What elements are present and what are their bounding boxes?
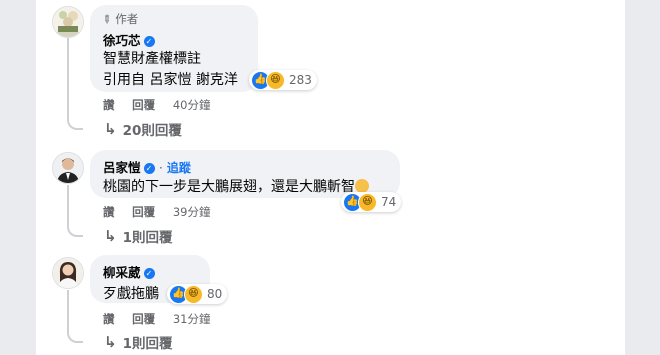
follow-button[interactable]: 追蹤: [167, 161, 191, 175]
reactions-summary[interactable]: 👍 😆 283: [249, 70, 317, 90]
commenter-name[interactable]: 徐巧芯 ✓: [103, 30, 155, 49]
comment-line: 桃園的下一步是大鵬展翅，還是大鵬斬智: [103, 176, 369, 196]
comment-actions: 讚 回覆 40分鐘: [103, 97, 224, 113]
reaction-count: 283: [289, 73, 312, 87]
thread-line: [67, 38, 69, 118]
commenter-name-label[interactable]: 徐巧芯: [103, 33, 141, 48]
thread-line: [67, 185, 69, 225]
reactions-summary[interactable]: 👍 😆 74: [341, 192, 402, 212]
replies-label[interactable]: 1則回覆: [123, 332, 173, 352]
verified-badge-icon: ✓: [143, 163, 155, 174]
comment-actions: 讚 回覆 31分鐘: [103, 311, 224, 327]
commenter-name-label[interactable]: 柳采葳: [103, 265, 141, 280]
haha-reaction-icon: 😆: [358, 192, 377, 212]
thinking-face-emoji: [355, 179, 369, 193]
reply-arrow-icon: ↳: [104, 120, 117, 138]
timestamp[interactable]: 39分鐘: [173, 205, 211, 219]
author-tag-label: 作者: [115, 12, 139, 26]
reaction-count: 74: [381, 195, 397, 209]
view-replies-button[interactable]: ↳ 1則回覆: [104, 332, 172, 352]
comment-line: 智慧財產權標註: [103, 51, 201, 67]
reaction-count: 80: [207, 287, 223, 301]
comment-line: 歹戲拖鵬: [103, 286, 159, 302]
replies-label[interactable]: 1則回覆: [123, 226, 173, 246]
verified-badge-icon: ✓: [143, 268, 155, 279]
haha-reaction-icon: 😆: [184, 284, 203, 304]
haha-reaction-icon: 😆: [266, 70, 285, 90]
thread-elbow: [67, 114, 83, 130]
commenter-name-label[interactable]: 呂家愷: [103, 160, 141, 175]
like-button[interactable]: 讚: [103, 98, 115, 112]
pencil-icon: ✎: [98, 11, 115, 28]
avatar[interactable]: [52, 6, 84, 38]
reply-button[interactable]: 回覆: [132, 98, 155, 112]
timestamp[interactable]: 31分鐘: [173, 312, 211, 326]
reactions-summary[interactable]: 👍 😆 80: [167, 284, 228, 304]
view-replies-button[interactable]: ↳ 20則回覆: [104, 119, 182, 139]
like-button[interactable]: 讚: [103, 312, 115, 326]
thread-elbow: [67, 221, 83, 237]
avatar[interactable]: [52, 257, 84, 289]
commenter-name[interactable]: 柳采葳 ✓: [103, 262, 155, 281]
reply-arrow-icon: ↳: [104, 333, 117, 351]
comment-line-text: 引用自 呂家愷 謝克洋: [103, 72, 238, 88]
replies-label[interactable]: 20則回覆: [123, 119, 182, 139]
author-badge: ✎作者: [98, 11, 139, 28]
verified-badge-icon: ✓: [143, 36, 155, 47]
avatar[interactable]: [52, 152, 84, 184]
view-replies-button[interactable]: ↳ 1則回覆: [104, 226, 172, 246]
comment-line-text: 桃園的下一步是大鵬展翅，還是大鵬斬智: [103, 179, 355, 195]
thread-elbow: [67, 327, 83, 343]
commenter-name[interactable]: 呂家愷 ✓ · 追蹤: [103, 157, 191, 176]
comment-line: 引用自 呂家愷 謝克洋: [103, 69, 238, 89]
timestamp[interactable]: 40分鐘: [173, 98, 211, 112]
comments-panel: ✎作者 徐巧芯 ✓ 智慧財產權標註 引用自 呂家愷 謝克洋 👍 😆 283 讚 回…: [36, 0, 625, 355]
reply-button[interactable]: 回覆: [132, 312, 155, 326]
like-button[interactable]: 讚: [103, 205, 115, 219]
thread-line: [67, 290, 69, 331]
comment-actions: 讚 回覆 39分鐘: [103, 204, 224, 220]
reply-button[interactable]: 回覆: [132, 205, 155, 219]
reply-arrow-icon: ↳: [104, 227, 117, 245]
